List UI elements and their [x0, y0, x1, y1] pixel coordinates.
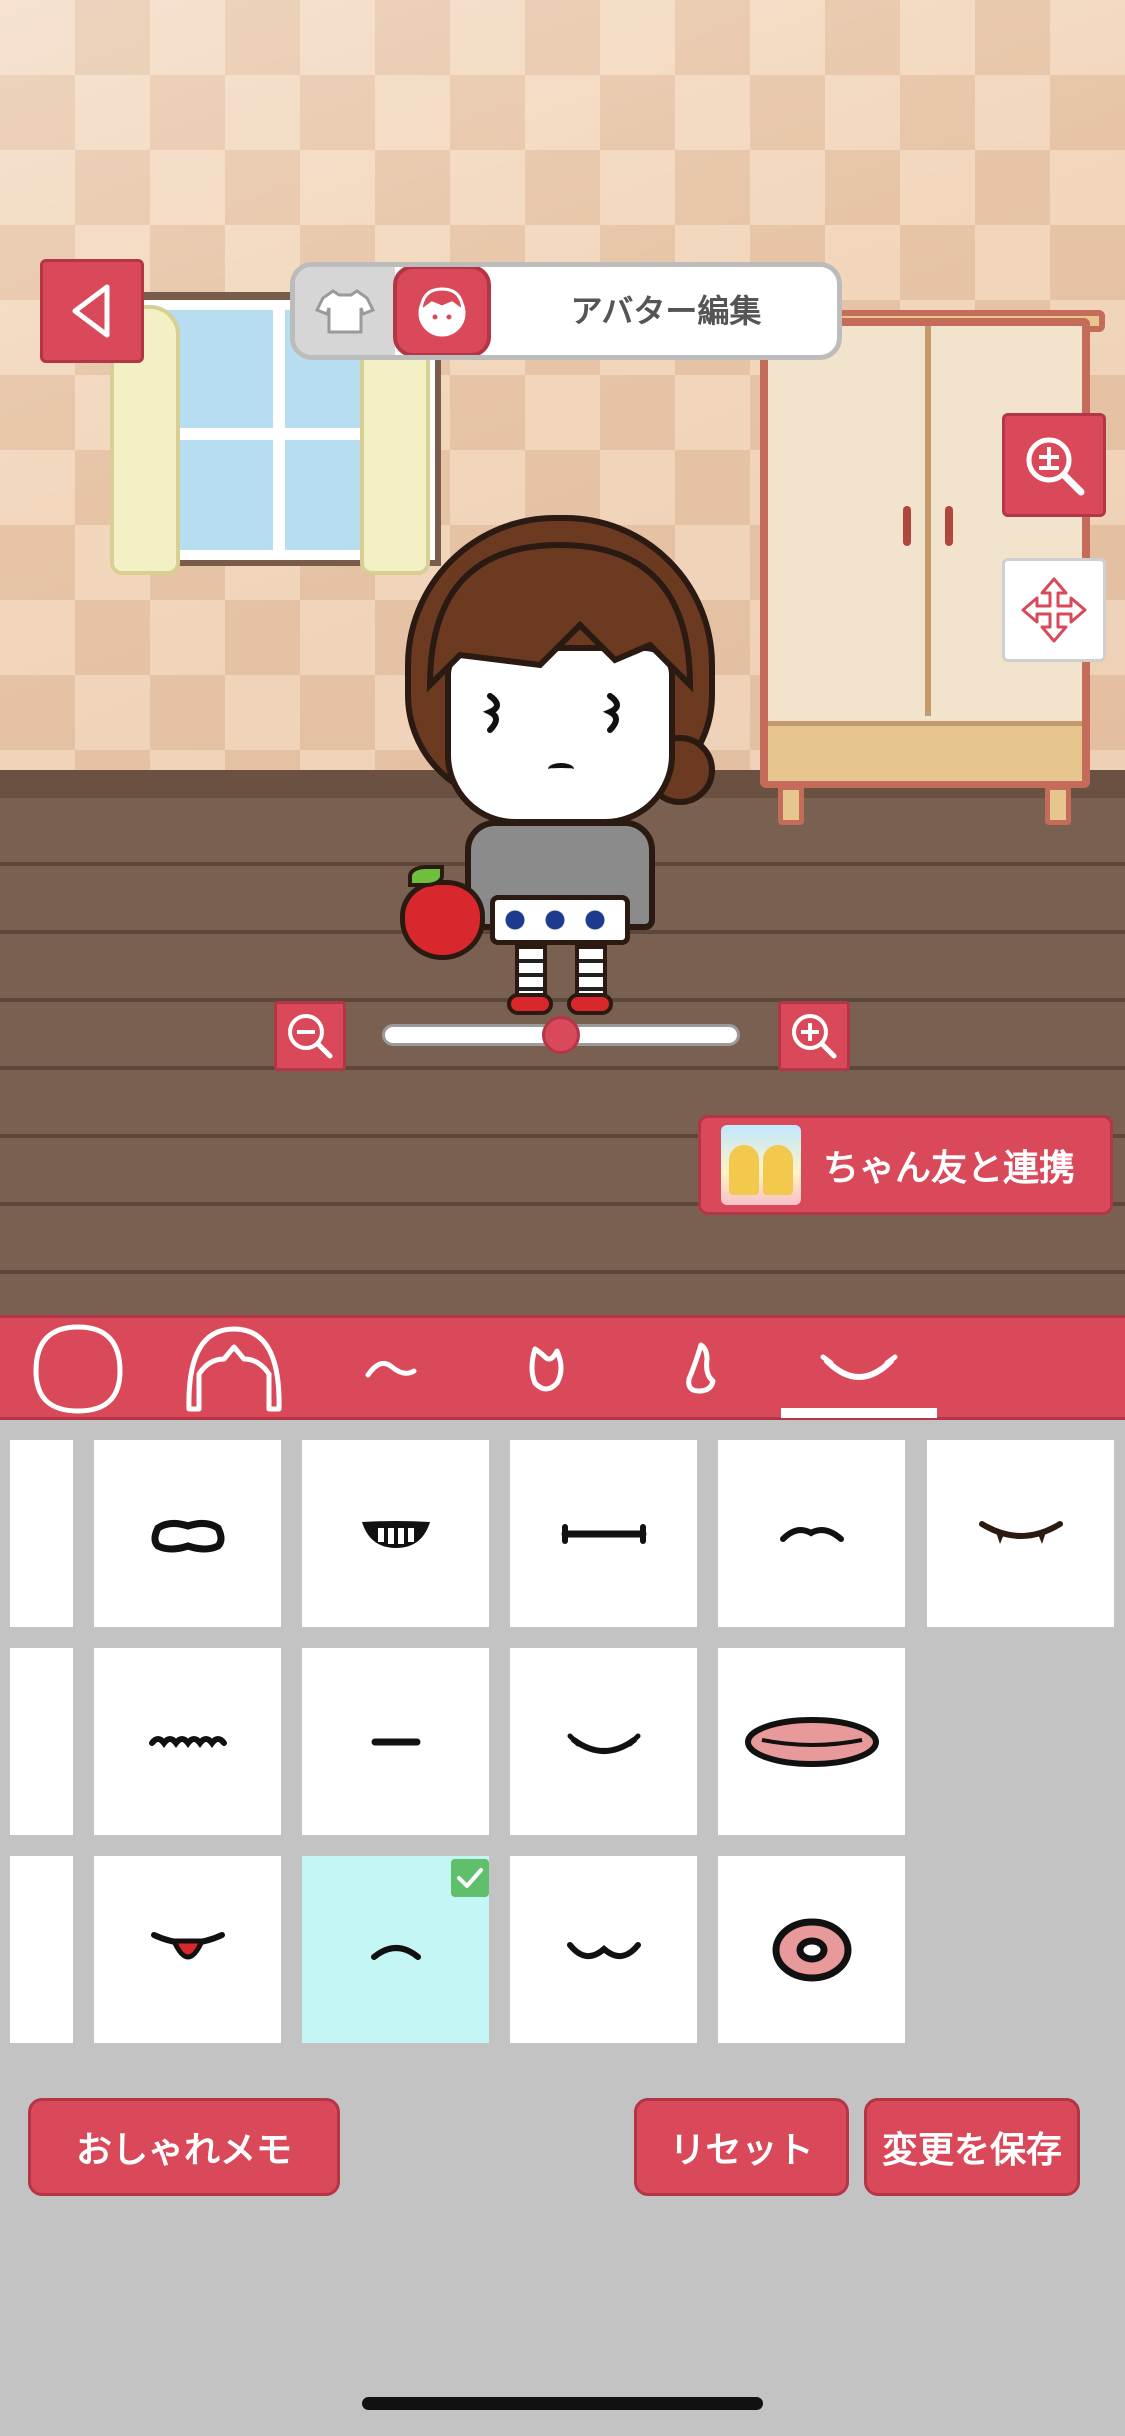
header-pill: アバター編集	[290, 262, 842, 360]
avatar-shoe	[567, 993, 613, 1015]
mouth-fang-icon	[978, 1520, 1063, 1544]
shirt-icon	[315, 289, 375, 334]
home-indicator[interactable]	[362, 2397, 763, 2410]
zoom-icon	[1026, 437, 1085, 496]
reset-button[interactable]: リセット	[634, 2098, 849, 2196]
back-button[interactable]	[40, 259, 144, 363]
mouth-icon	[820, 1354, 898, 1380]
mouth-option[interactable]	[927, 1440, 1114, 1627]
mouth-smile-icon	[567, 1733, 640, 1754]
mouth-o-icon	[772, 1918, 851, 1981]
mouth-option-partial[interactable]	[10, 1856, 73, 2043]
mouth-zigzag-icon	[148, 1735, 227, 1748]
mouth-dash-icon	[371, 1738, 420, 1745]
eyebrow-icon	[365, 1360, 417, 1378]
checkmark-icon	[457, 1868, 483, 1888]
selected-tab-indicator	[781, 1408, 937, 1418]
avatar-shoe	[507, 993, 553, 1015]
move-arrows-icon	[1021, 577, 1087, 643]
mouth-teeth-icon	[361, 1520, 430, 1548]
tab-hair[interactable]	[156, 1318, 312, 1420]
mouth-option[interactable]	[302, 1648, 489, 1835]
tab-face-shape[interactable]	[0, 1318, 156, 1420]
face-shape-icon	[33, 1324, 123, 1414]
zoom-in-icon	[792, 1014, 837, 1059]
mouth-option[interactable]	[510, 1856, 697, 2043]
mouth-option[interactable]	[94, 1856, 281, 2043]
nose-icon	[686, 1342, 716, 1394]
avatar-skirt	[490, 895, 630, 945]
mouth-wavy-icon	[779, 1526, 844, 1542]
mouth-option[interactable]	[302, 1440, 489, 1627]
apple-leaf	[408, 865, 444, 887]
mouth-option[interactable]	[94, 1440, 281, 1627]
mouth-cat-icon	[566, 1941, 641, 1959]
mouth-tongue-icon	[150, 1931, 225, 1959]
avatar-character	[390, 515, 730, 1015]
back-arrow-icon	[72, 284, 110, 338]
avatar-apple	[400, 880, 485, 960]
mouth-option[interactable]	[718, 1440, 905, 1627]
zoom-in-button[interactable]	[778, 1001, 850, 1071]
tab-nose[interactable]	[624, 1318, 780, 1420]
zoom-out-icon	[288, 1014, 333, 1059]
wardrobe-leg	[778, 785, 804, 825]
selected-check-icon	[451, 1859, 489, 1897]
save-changes-button[interactable]: 変更を保存	[864, 2098, 1080, 2196]
tab-mouth[interactable]	[781, 1318, 937, 1420]
hair-icon	[186, 1326, 282, 1412]
wardrobe-leg	[1045, 785, 1071, 825]
mouth-option[interactable]	[718, 1648, 905, 1835]
mouth-option[interactable]	[510, 1648, 697, 1835]
mouth-frown-icon	[370, 1944, 421, 1960]
fashion-memo-button[interactable]: おしゃれメモ	[28, 2098, 340, 2196]
tab-clothes[interactable]	[295, 267, 395, 355]
zoom-slider-thumb[interactable]	[542, 1016, 580, 1054]
avatar-leg	[575, 945, 607, 1000]
move-button[interactable]	[1002, 558, 1106, 662]
mouth-option[interactable]	[510, 1440, 697, 1627]
mouth-oval-icon	[151, 1519, 224, 1552]
part-category-tabs	[0, 1315, 1125, 1420]
friends-thumbnail-icon	[721, 1125, 801, 1205]
mouth-lips-icon	[744, 1716, 879, 1767]
mouth-option[interactable]	[718, 1856, 905, 2043]
avatar-leg	[515, 945, 547, 1000]
page-title: アバター編集	[570, 292, 762, 330]
tab-eyes[interactable]	[468, 1318, 624, 1420]
avatar-face-icon	[418, 287, 466, 337]
tab-eyebrows[interactable]	[312, 1318, 468, 1420]
zoom-out-button[interactable]	[274, 1001, 346, 1071]
eye-icon	[529, 1346, 564, 1392]
tab-avatar[interactable]	[393, 267, 491, 355]
mouth-option-partial[interactable]	[10, 1440, 73, 1627]
mouth-option-partial[interactable]	[10, 1648, 73, 1835]
mouth-line-icon	[561, 1523, 646, 1544]
avatar-bangs	[426, 541, 694, 693]
zoom-toggle-button[interactable]	[1002, 413, 1106, 517]
link-friends-label: ちゃん友と連携	[823, 1148, 1076, 1189]
mouth-option[interactable]	[94, 1648, 281, 1835]
wardrobe	[760, 318, 1090, 788]
link-friends-button[interactable]: ちゃん友と連携	[698, 1115, 1113, 1215]
